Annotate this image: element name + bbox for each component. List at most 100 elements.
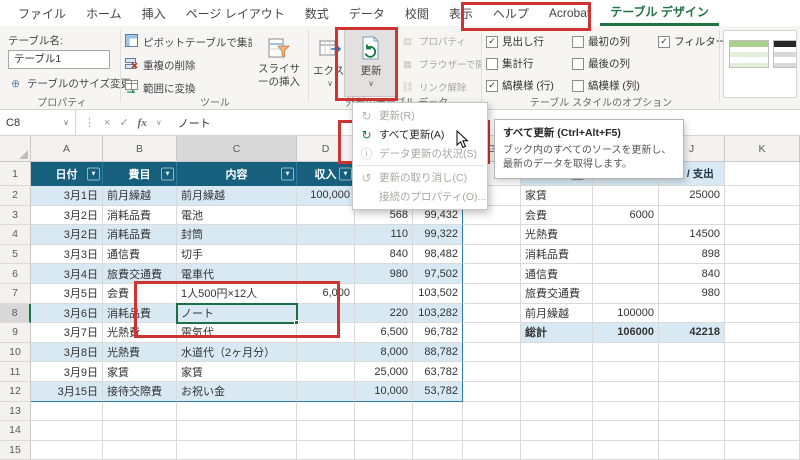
cell-E8[interactable]: 220 [355,303,413,324]
cell-C11[interactable]: 家賃 [177,362,297,382]
column-header-A[interactable]: A [31,136,103,162]
filter-icon[interactable]: ▼ [281,167,294,180]
cell-F13[interactable] [413,401,463,422]
checkbox-style-option-1[interactable]: 集計行 [486,56,534,71]
pivot-cell-J15[interactable] [659,440,725,460]
checkbox-style-option-4[interactable]: 最後の列 [572,56,630,71]
cell-A6[interactable]: 3月4日 [31,264,103,284]
cell-G5[interactable] [463,244,521,265]
pivot-cell-I9[interactable]: 106000 [593,323,659,343]
row-header-8[interactable]: 8 [0,303,31,324]
cell-K5[interactable] [725,244,800,265]
cell-A11[interactable]: 3月9日 [31,362,103,382]
cell-C15[interactable] [177,440,297,460]
cell-G7[interactable] [463,283,521,304]
filter-icon[interactable]: ▼ [339,167,352,180]
row-header-2[interactable]: 2 [0,186,31,206]
cell-G13[interactable] [463,401,521,422]
tab-7[interactable]: 表示 [439,0,483,26]
cell-K15[interactable] [725,440,800,460]
cell-C3[interactable]: 電池 [177,205,297,226]
row-header-1[interactable]: 1 [0,162,31,186]
cell-F7[interactable]: 103,502 [413,283,463,304]
cell-A8[interactable]: 3月6日 [31,303,103,324]
cell-A10[interactable]: 3月8日 [31,342,103,363]
cell-G8[interactable] [463,303,521,324]
pivot-cell-I8[interactable]: 100000 [593,303,659,324]
pivot-cell-I4[interactable] [593,225,659,245]
pivot-cell-H9[interactable]: 総計 [521,323,593,343]
cell-K1[interactable] [725,162,800,186]
cell-D3[interactable] [297,205,355,226]
table-name-input[interactable]: テーブル1 [8,50,110,69]
cell-D14[interactable] [297,421,355,441]
cell-G11[interactable] [463,362,521,382]
cell-A13[interactable] [31,401,103,422]
cell-C10[interactable]: 水道代（2ヶ月分） [177,342,297,363]
cell-C9[interactable]: 電気代 [177,323,297,343]
row-header-15[interactable]: 15 [0,440,31,460]
cell-D13[interactable] [297,401,355,422]
cell-C7[interactable]: 1人500円×12人 [177,283,297,304]
table-style-green-thumbnail[interactable] [729,40,769,68]
cell-B4[interactable]: 消耗品費 [103,225,177,245]
cell-C14[interactable] [177,421,297,441]
table-style-dark-thumbnail[interactable] [773,40,796,68]
cell-F5[interactable]: 98,482 [413,244,463,265]
cell-B5[interactable]: 通信費 [103,244,177,265]
row-header-7[interactable]: 7 [0,283,31,304]
pivot-cell-I3[interactable]: 6000 [593,205,659,226]
pivot-cell-I15[interactable] [593,440,659,460]
pivot-cell-J10[interactable] [659,342,725,363]
pivot-cell-I11[interactable] [593,362,659,382]
pivot-cell-H3[interactable]: 会費 [521,205,593,226]
cell-F14[interactable] [413,421,463,441]
row-header-6[interactable]: 6 [0,264,31,284]
cell-D12[interactable] [297,381,355,402]
cell-K2[interactable] [725,186,800,206]
tab-2[interactable]: 挿入 [132,0,176,26]
cell-G10[interactable] [463,342,521,363]
cell-A15[interactable] [31,440,103,460]
row-header-10[interactable]: 10 [0,342,31,363]
row-header-12[interactable]: 12 [0,381,31,402]
cell-K6[interactable] [725,264,800,284]
cell-F11[interactable]: 63,782 [413,362,463,382]
cell-B2[interactable]: 前月繰越 [103,186,177,206]
cell-K9[interactable] [725,323,800,343]
pivot-cell-H13[interactable] [521,401,593,422]
tab-table-design[interactable]: テーブル デザイン [600,0,719,26]
tab-0[interactable]: ファイル [8,0,76,26]
cell-F8[interactable]: 103,282 [413,303,463,324]
cell-D7[interactable]: 6,000 [297,283,355,304]
cell-K4[interactable] [725,225,800,245]
pivot-cell-J2[interactable]: 25000 [659,186,725,206]
pivot-cell-H15[interactable] [521,440,593,460]
cell-D10[interactable] [297,342,355,363]
pivot-cell-J7[interactable]: 980 [659,283,725,304]
cell-A7[interactable]: 3月5日 [31,283,103,304]
pivot-cell-I2[interactable] [593,186,659,206]
cell-F10[interactable]: 88,782 [413,342,463,363]
cell-D6[interactable] [297,264,355,284]
row-header-3[interactable]: 3 [0,205,31,226]
cell-C12[interactable]: お祝い金 [177,381,297,402]
cell-A12[interactable]: 3月15日 [31,381,103,402]
column-header-C[interactable]: C [177,136,297,162]
formula-bar-expand-icon[interactable]: ∨ [156,118,162,127]
pivot-cell-I10[interactable] [593,342,659,363]
pivot-cell-I12[interactable] [593,381,659,402]
resize-table-button[interactable]: ⊕ テーブルのサイズ変更 [8,76,131,91]
column-header-D[interactable]: D [297,136,355,162]
cell-D9[interactable] [297,323,355,343]
cell-A5[interactable]: 3月3日 [31,244,103,265]
pivot-cell-H12[interactable] [521,381,593,402]
table-styles-gallery[interactable] [723,30,797,98]
pivot-cell-J5[interactable]: 898 [659,244,725,265]
cell-G15[interactable] [463,440,521,460]
row-header-5[interactable]: 5 [0,244,31,265]
cell-D8[interactable] [297,303,355,324]
column-header-K[interactable]: K [725,136,800,162]
cell-E6[interactable]: 980 [355,264,413,284]
pivot-cell-H14[interactable] [521,421,593,441]
